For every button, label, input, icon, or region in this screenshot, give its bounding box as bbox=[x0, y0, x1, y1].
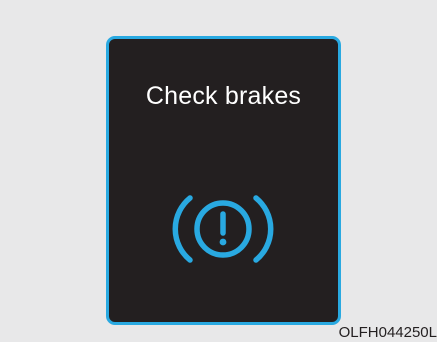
outer-left-bracket bbox=[172, 195, 193, 263]
exclamation-dot bbox=[219, 238, 227, 246]
manual-figure: { "cluster": { "warning_message": "Check… bbox=[0, 0, 437, 342]
figure-code: OLFH044250L bbox=[338, 324, 437, 341]
outer-right-bracket bbox=[253, 195, 274, 263]
warning-message: Check brakes bbox=[145, 82, 302, 110]
cluster-display: Check brakes bbox=[106, 36, 341, 325]
brake-warning-icon bbox=[172, 195, 274, 263]
